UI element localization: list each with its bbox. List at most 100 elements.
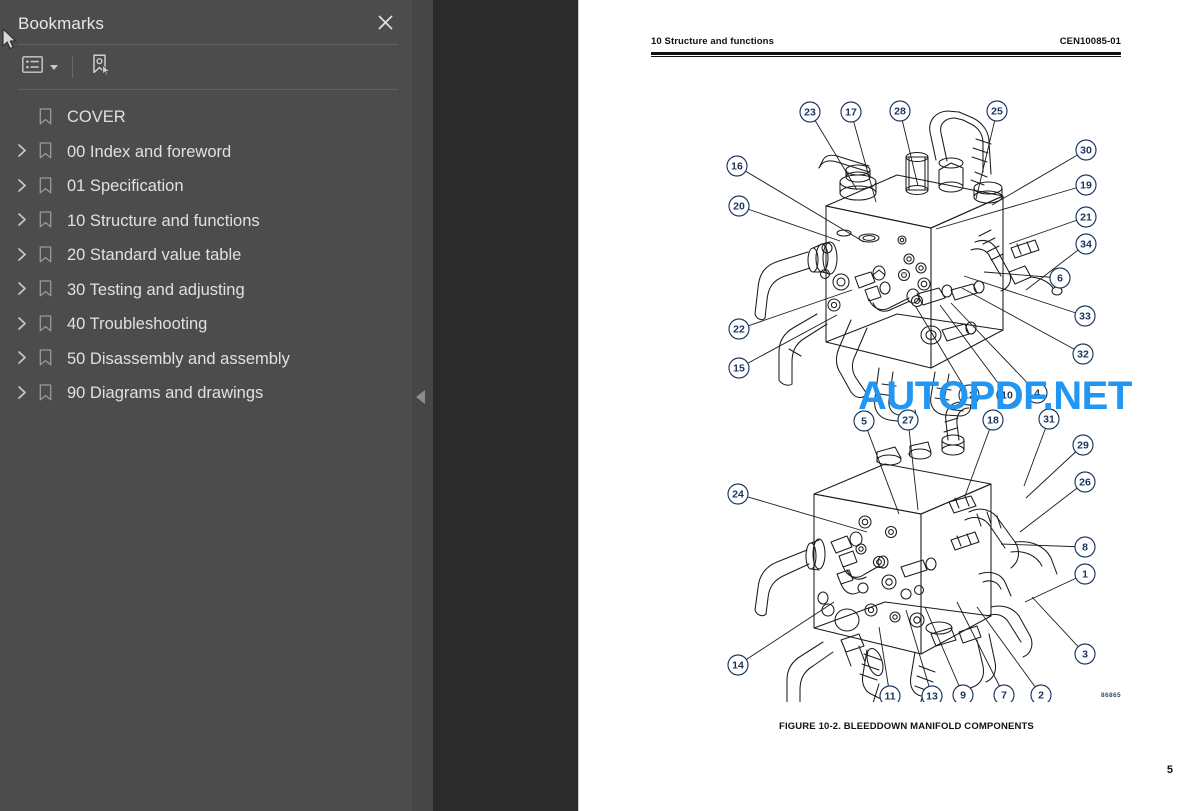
header-rule-thin bbox=[651, 55, 1121, 57]
header-section-title: 10 Structure and functions bbox=[651, 36, 774, 47]
callout-leader-line bbox=[738, 205, 841, 242]
callout-leader-line bbox=[737, 493, 868, 533]
bookmark-icon bbox=[34, 211, 56, 228]
callout-leader-line bbox=[1019, 481, 1086, 533]
callout-leader-line bbox=[737, 601, 835, 666]
bookmark-item[interactable]: 50 Disassembly and assembly bbox=[0, 341, 412, 376]
callout-leader-line bbox=[915, 306, 970, 396]
chevron-right-icon[interactable] bbox=[12, 143, 32, 158]
close-icon[interactable] bbox=[372, 9, 398, 35]
bookmark-label: 20 Standard value table bbox=[67, 246, 242, 264]
bookmark-item[interactable]: 00 Index and foreword bbox=[0, 134, 412, 169]
bookmark-label: 90 Diagrams and drawings bbox=[67, 384, 264, 402]
sidebar-header: Bookmarks bbox=[0, 0, 412, 44]
drawing-number: 86865 bbox=[1101, 692, 1122, 699]
bookmarks-sidebar: Bookmarks COVER 00 Index and foreword 01… bbox=[0, 0, 412, 811]
bookmark-icon bbox=[34, 349, 56, 366]
callout-number: 29 bbox=[1077, 440, 1089, 452]
bookmark-item[interactable]: 90 Diagrams and drawings bbox=[0, 375, 412, 410]
callout-number: 23 bbox=[804, 107, 816, 119]
callout-leader-line bbox=[863, 420, 900, 515]
callout-leader-line bbox=[975, 110, 998, 200]
callout-number: 20 bbox=[733, 201, 745, 213]
bookmark-list: COVER 00 Index and foreword 01 Specificati… bbox=[0, 90, 412, 410]
callout-number: 17 bbox=[845, 107, 857, 119]
bleeddown-manifold-figure: 23 17 28 2530161920213462233153212 10 45 27 18 3… bbox=[726, 100, 1097, 702]
chevron-right-icon[interactable] bbox=[12, 212, 32, 227]
triangle-left-icon[interactable] bbox=[416, 390, 425, 404]
new-bookmark-button[interactable] bbox=[85, 50, 116, 84]
callout-leader-line bbox=[1031, 596, 1086, 655]
chevron-right-icon[interactable] bbox=[12, 178, 32, 193]
callout-leader-line bbox=[1000, 543, 1086, 548]
page-number: 5 bbox=[1166, 764, 1173, 776]
bookmark-item[interactable]: COVER bbox=[0, 99, 412, 134]
callout-number: 31 bbox=[1043, 414, 1055, 426]
bookmark-icon bbox=[34, 246, 56, 263]
bookmark-item[interactable]: 40 Troubleshooting bbox=[0, 306, 412, 341]
callout-number: 32 bbox=[1077, 349, 1089, 361]
callout-number: 18 bbox=[987, 415, 999, 427]
callout-number: 12 bbox=[963, 390, 975, 402]
bookmark-icon bbox=[34, 315, 56, 332]
chevron-down-icon bbox=[50, 64, 58, 70]
callout-number: 9 bbox=[960, 690, 966, 702]
bookmark-icon bbox=[34, 108, 56, 125]
callout-number: 33 bbox=[1079, 311, 1091, 323]
callout-number: 30 bbox=[1080, 145, 1092, 157]
callout-number: 3 bbox=[1082, 649, 1088, 661]
callout-leader-line bbox=[809, 111, 858, 191]
callout-leader-line bbox=[935, 184, 1087, 230]
chevron-right-icon[interactable] bbox=[12, 247, 32, 262]
callout-leader-line bbox=[907, 419, 919, 511]
bookmarks-toolbar bbox=[0, 45, 412, 89]
callout-number: 21 bbox=[1080, 212, 1092, 224]
chevron-right-icon[interactable] bbox=[12, 385, 32, 400]
toolbar-separator bbox=[72, 56, 73, 78]
list-options-button[interactable] bbox=[18, 53, 62, 81]
sidebar-resize-edge[interactable] bbox=[412, 0, 433, 811]
bookmark-label: 01 Specification bbox=[67, 177, 184, 195]
callout-leader-line bbox=[961, 287, 1084, 355]
bookmark-label: 40 Troubleshooting bbox=[67, 315, 208, 333]
bookmark-icon bbox=[34, 142, 56, 159]
callout-number: 10 bbox=[1001, 390, 1013, 402]
callout-number: 4 bbox=[1034, 388, 1040, 400]
chevron-right-icon[interactable] bbox=[12, 316, 32, 331]
bookmark-item[interactable]: 01 Specification bbox=[0, 168, 412, 203]
callout-number: 13 bbox=[926, 691, 938, 702]
callout-number: 14 bbox=[732, 660, 744, 672]
pdf-page-viewer[interactable]: 10 Structure and functions CEN10085-01 2… bbox=[433, 0, 1200, 811]
pdf-page: 10 Structure and functions CEN10085-01 2… bbox=[578, 0, 1200, 811]
document-running-header: 10 Structure and functions CEN10085-01 bbox=[651, 36, 1121, 47]
callout-leader-line bbox=[1023, 418, 1050, 487]
callout-leader-line bbox=[950, 302, 1038, 394]
callout-number: 24 bbox=[732, 489, 744, 501]
callout-leader-line bbox=[1008, 216, 1087, 245]
callout-number: 34 bbox=[1080, 239, 1092, 251]
chevron-right-icon[interactable] bbox=[12, 350, 32, 365]
callout-number: 6 bbox=[1057, 273, 1063, 285]
callout-leader-line bbox=[738, 314, 838, 369]
callout-number: 25 bbox=[991, 106, 1003, 118]
callout-number: 15 bbox=[733, 363, 745, 375]
bookmark-label: 30 Testing and adjusting bbox=[67, 280, 245, 299]
header-rule-thick bbox=[651, 52, 1121, 55]
callout-number: 27 bbox=[902, 415, 914, 427]
bookmark-label: COVER bbox=[67, 108, 126, 126]
callout-number: 1 bbox=[1082, 569, 1088, 581]
callout-number: 28 bbox=[894, 106, 906, 118]
bookmark-icon bbox=[34, 280, 56, 297]
bookmark-label: 50 Disassembly and assembly bbox=[67, 349, 290, 368]
bookmark-icon bbox=[34, 384, 56, 401]
callout-number: 19 bbox=[1080, 180, 1092, 192]
callout-number: 26 bbox=[1079, 477, 1091, 489]
bookmark-label: 00 Index and foreword bbox=[67, 142, 232, 161]
callout-number: 8 bbox=[1082, 542, 1088, 554]
chevron-right-icon[interactable] bbox=[12, 281, 32, 296]
bookmark-item[interactable]: 10 Structure and functions bbox=[0, 203, 412, 238]
new-bookmark-icon bbox=[89, 53, 112, 81]
callout-leader-line bbox=[939, 304, 1008, 396]
bookmark-item[interactable]: 30 Testing and adjusting bbox=[0, 272, 412, 307]
bookmark-item[interactable]: 20 Standard value table bbox=[0, 237, 412, 272]
